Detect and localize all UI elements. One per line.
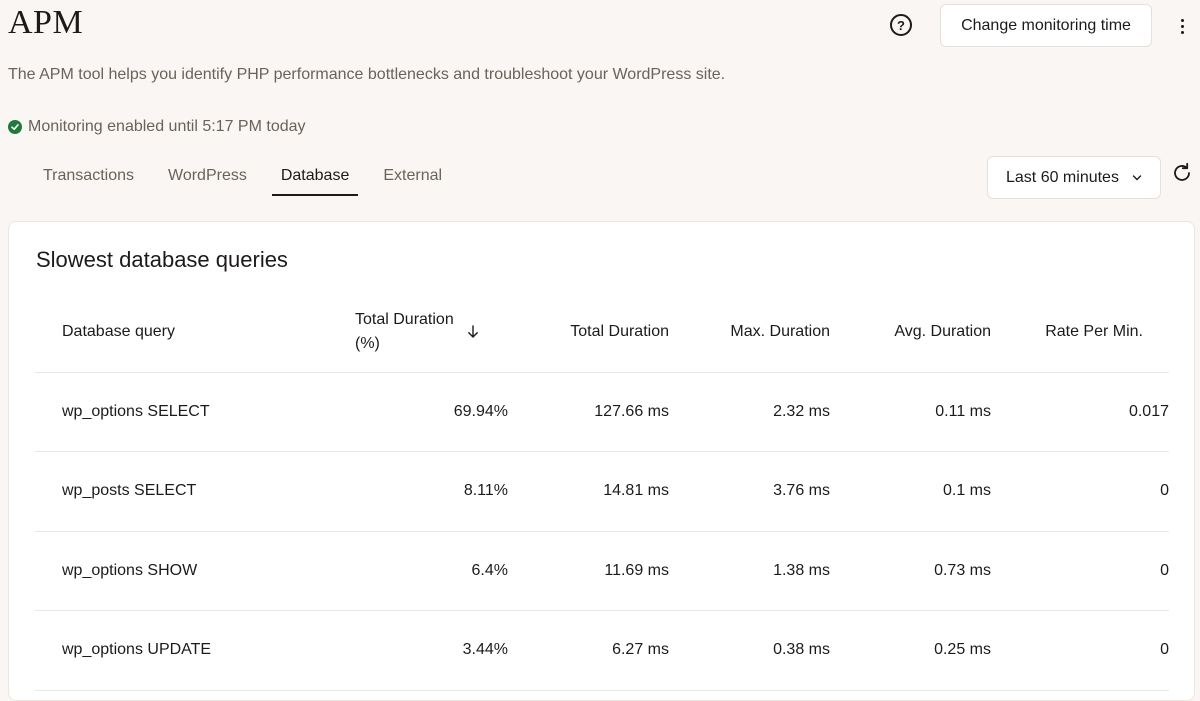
- time-range-select[interactable]: Last 60 minutes: [987, 156, 1161, 199]
- tab-database[interactable]: Database: [264, 162, 367, 196]
- tab-transactions[interactable]: Transactions: [26, 162, 151, 196]
- monitoring-status: Monitoring enabled until 5:17 PM today: [8, 118, 306, 136]
- column-header-query[interactable]: Database query: [35, 292, 355, 373]
- max-duration: 2.32 ms: [669, 372, 830, 452]
- column-header-rate[interactable]: Rate Per Min.: [991, 292, 1169, 373]
- tab-bar: Transactions WordPress Database External: [26, 162, 459, 198]
- slowest-queries-card: Slowest database queries Database query …: [8, 221, 1195, 701]
- time-range-value: Last 60 minutes: [1006, 168, 1119, 186]
- column-header-pct-label: Total Duration (%): [355, 310, 454, 352]
- page-description: The APM tool helps you identify PHP perf…: [8, 66, 726, 83]
- total-duration-pct: 69.94%: [355, 372, 508, 452]
- refresh-icon: [1174, 162, 1190, 181]
- avg-duration: 0.25 ms: [830, 610, 991, 691]
- arrow-down-icon: [468, 325, 478, 338]
- total-duration: 14.81 ms: [508, 451, 669, 532]
- more-options-button[interactable]: [1174, 14, 1190, 38]
- chevron-down-icon: [1132, 175, 1142, 181]
- table-row[interactable]: wp_options SHOW 6.4% 11.69 ms 1.38 ms 0.…: [35, 531, 1169, 611]
- avg-duration: 0.11 ms: [830, 372, 991, 452]
- queries-table: Database query Total Duration (%) Total …: [35, 292, 1169, 691]
- total-duration-pct: 8.11%: [355, 451, 508, 532]
- table-row[interactable]: wp_posts SELECT 8.11% 14.81 ms 3.76 ms 0…: [35, 451, 1169, 532]
- help-button[interactable]: ?: [890, 14, 912, 36]
- max-duration: 0.38 ms: [669, 610, 830, 691]
- rate-per-min: 0: [991, 610, 1169, 691]
- table-row[interactable]: wp_options UPDATE 3.44% 6.27 ms 0.38 ms …: [35, 610, 1169, 691]
- more-vertical-icon: [1180, 18, 1184, 22]
- table-row[interactable]: wp_options SELECT 69.94% 127.66 ms 2.32 …: [35, 372, 1169, 452]
- rate-per-min: 0: [991, 531, 1169, 611]
- tab-wordpress[interactable]: WordPress: [151, 162, 264, 196]
- query-name: wp_options SHOW: [35, 531, 355, 611]
- table-header-row: Database query Total Duration (%) Total …: [35, 292, 1169, 373]
- total-duration-pct: 3.44%: [355, 610, 508, 691]
- avg-duration: 0.73 ms: [830, 531, 991, 611]
- card-title: Slowest database queries: [36, 247, 288, 272]
- tab-external[interactable]: External: [366, 162, 459, 196]
- question-circle-icon: ?: [897, 17, 905, 33]
- check-circle-icon: [8, 120, 22, 134]
- query-name: wp_posts SELECT: [35, 451, 355, 532]
- change-monitoring-time-button[interactable]: Change monitoring time: [940, 4, 1152, 47]
- total-duration: 127.66 ms: [508, 372, 669, 452]
- query-name: wp_options SELECT: [35, 372, 355, 452]
- column-header-total-duration-pct[interactable]: Total Duration (%): [355, 292, 508, 373]
- avg-duration: 0.1 ms: [830, 451, 991, 532]
- column-header-max-duration[interactable]: Max. Duration: [669, 292, 830, 373]
- rate-per-min: 0: [991, 451, 1169, 532]
- page-title: APM: [8, 4, 84, 41]
- total-duration-pct: 6.4%: [355, 531, 508, 611]
- total-duration: 11.69 ms: [508, 531, 669, 611]
- column-header-total-duration[interactable]: Total Duration: [508, 292, 669, 373]
- column-header-avg-duration[interactable]: Avg. Duration: [830, 292, 991, 373]
- max-duration: 1.38 ms: [669, 531, 830, 611]
- refresh-button[interactable]: [1170, 161, 1194, 185]
- query-name: wp_options UPDATE: [35, 610, 355, 691]
- max-duration: 3.76 ms: [669, 451, 830, 532]
- total-duration: 6.27 ms: [508, 610, 669, 691]
- rate-per-min: 0.017: [991, 372, 1169, 452]
- monitoring-status-text: Monitoring enabled until 5:17 PM today: [28, 118, 306, 135]
